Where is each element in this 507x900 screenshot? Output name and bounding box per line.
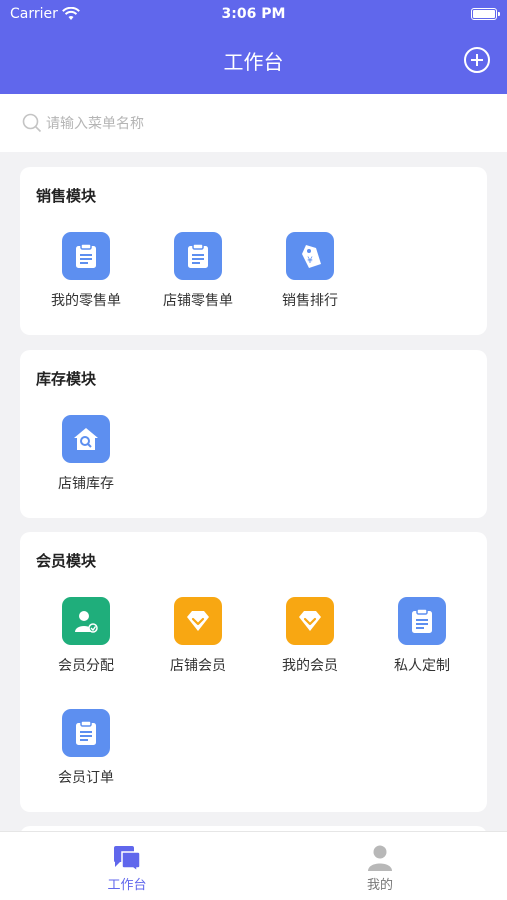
page-title: 工作台 <box>223 50 284 74</box>
menu-item-label: 我的会员 <box>282 658 338 674</box>
member-assign-icon <box>62 597 110 645</box>
menu-item-label: 店铺会员 <box>170 658 226 674</box>
section-members: 会员模块 会员分配 店铺会员 我的会员 私人定制 会员订单 <box>20 532 487 812</box>
menu-item-label: 私人定制 <box>394 658 450 674</box>
search-input[interactable]: 请输入菜单名称 <box>46 113 144 133</box>
tab-bar: 工作台 我的 <box>0 831 507 900</box>
add-button[interactable] <box>463 46 491 74</box>
section-title: 销售模块 <box>36 187 97 205</box>
diamond-icon <box>286 597 334 645</box>
menu-item-label: 会员订单 <box>58 770 114 786</box>
status-time: 3:06 PM <box>221 6 286 22</box>
tab-mine[interactable]: 我的 <box>253 832 507 900</box>
menu-item-label: 会员分配 <box>58 658 114 674</box>
house-search-icon <box>62 415 110 463</box>
chat-bubbles-icon <box>114 846 141 872</box>
tab-label: 我的 <box>366 878 393 893</box>
section-inventory: 库存模块 店铺库存 <box>20 350 487 518</box>
diamond-icon <box>174 597 222 645</box>
menu-item-label: 我的零售单 <box>51 293 121 309</box>
app-header: Carrier 3:06 PM 工作台 <box>0 0 507 94</box>
menu-item-label: 店铺库存 <box>58 476 114 492</box>
clipboard-icon <box>174 232 222 280</box>
clipboard-icon <box>62 232 110 280</box>
section-title: 库存模块 <box>36 370 97 388</box>
tab-workbench[interactable]: 工作台 <box>0 832 254 900</box>
svg-text:¥: ¥ <box>307 256 313 266</box>
clipboard-icon <box>62 709 110 757</box>
search-bar[interactable]: 请输入菜单名称 <box>0 94 507 152</box>
battery-icon <box>471 8 500 20</box>
menu-item-label: 店铺零售单 <box>163 293 233 309</box>
search-icon <box>22 113 42 133</box>
menu-item-label: 销售排行 <box>282 293 338 309</box>
section-sales: 销售模块 我的零售单 店铺零售单 ¥ 销售排行 <box>20 167 487 335</box>
tab-label: 工作台 <box>107 878 147 893</box>
clipboard-icon <box>398 597 446 645</box>
price-tag-icon: ¥ <box>286 232 334 280</box>
status-bar: Carrier 3:06 PM <box>0 0 507 30</box>
section-title: 会员模块 <box>36 552 97 570</box>
person-icon <box>368 845 392 871</box>
